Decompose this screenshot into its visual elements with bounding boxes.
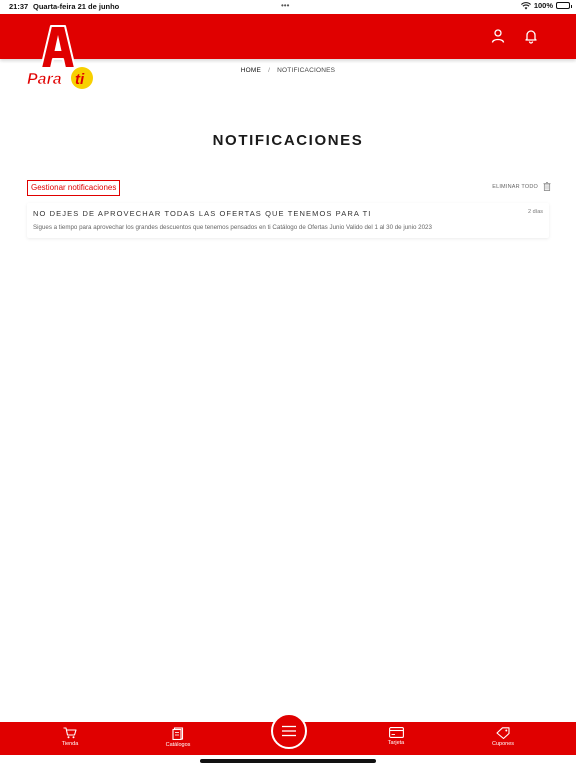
user-icon[interactable] [490,28,506,44]
notification-time: 2 días [528,209,543,215]
notification-body: Sigues a tiempo para aprovechar los gran… [33,224,432,231]
multitasking-dots[interactable]: ••• [281,1,289,10]
manage-notifications-button[interactable]: Gestionar notificaciones [27,180,121,196]
nav-catalogos[interactable]: Catálogos [148,727,208,748]
nav-catalogos-label: Catálogos [165,742,191,748]
breadcrumb-current: NOTIFICACIONES [277,67,336,74]
status-date: Quarta-feira 21 de junho [33,2,120,11]
para-ti-logo[interactable]: Para ti [25,22,95,92]
card-icon [388,727,404,738]
nav-cupones[interactable]: Cupones [473,727,533,747]
breadcrumb-separator: / [268,67,271,74]
delete-all-button[interactable]: ELIMINAR TODO [492,182,551,191]
notification-item[interactable]: NO DEJES DE APROVECHAR TODAS LAS OFERTAS… [27,203,549,238]
breadcrumb-home[interactable]: HOME [241,67,261,74]
breadcrumb: HOME / NOTIFICACIONES [0,67,576,74]
nav-tienda-label: Tienda [61,741,79,747]
nav-tarjeta[interactable]: Tarjeta [366,727,426,746]
trash-icon [543,182,551,191]
battery-icon [556,2,572,9]
nav-cupones-label: Cupones [491,741,515,747]
delete-all-label: ELIMINAR TODO [492,183,538,190]
nav-tienda[interactable]: Tienda [40,727,100,747]
wifi-icon [520,1,531,9]
status-right: 100% [520,1,572,10]
cart-icon [63,727,77,739]
coupon-tag-icon [496,727,510,739]
catalog-icon [172,727,184,740]
status-bar: 21:37 Quarta-feira 21 de junho ••• 100% [0,0,576,14]
home-indicator[interactable] [200,759,376,763]
menu-button[interactable] [271,713,307,749]
notification-title: NO DEJES DE APROVECHAR TODAS LAS OFERTAS… [33,209,372,218]
hamburger-icon [282,725,296,737]
nav-tarjeta-label: Tarjeta [387,740,405,746]
battery-percent: 100% [533,1,553,10]
page-title: NOTIFICACIONES [212,132,364,149]
status-time: 21:37 [9,2,29,11]
bell-icon[interactable] [523,28,539,44]
